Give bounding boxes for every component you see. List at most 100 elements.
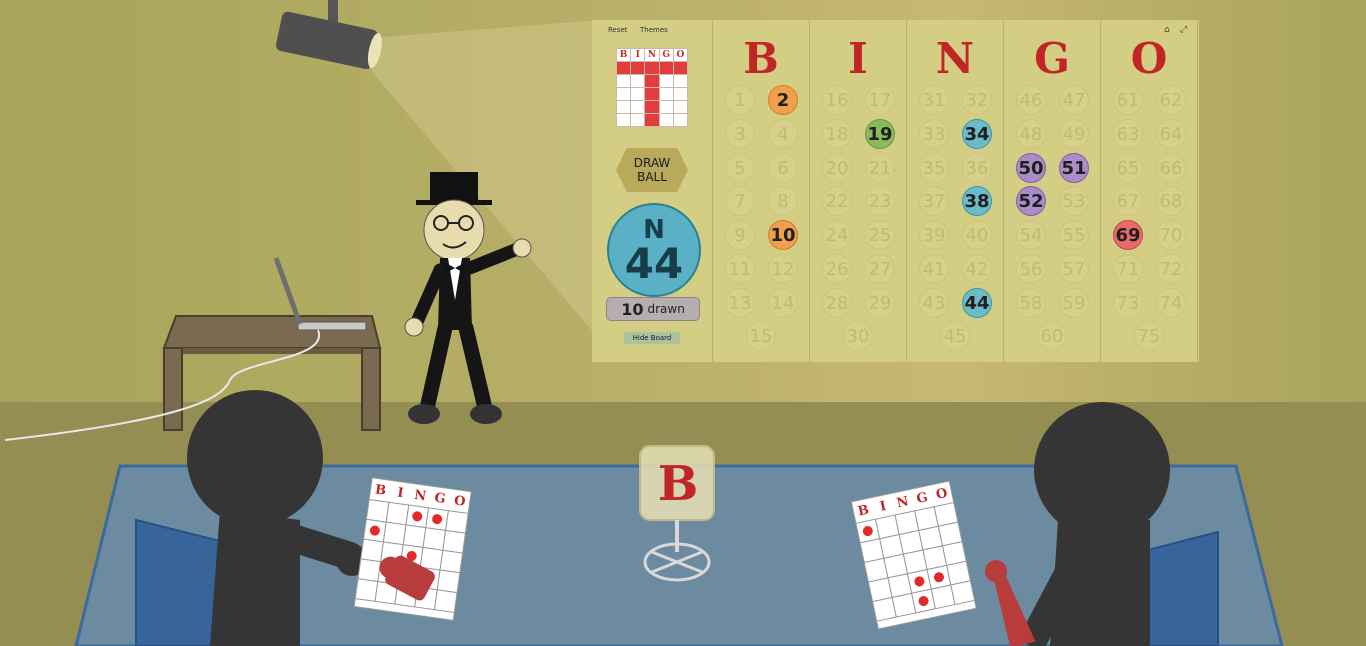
themes-link[interactable]: Themes <box>640 26 668 34</box>
board-column-g: G 46 47 48 49 50 51 52 53 54 55 56 57 58 59 60 <box>1004 20 1101 362</box>
hide-board-button[interactable]: Hide Board <box>624 332 680 344</box>
projector-light-beam <box>372 20 600 340</box>
pattern-cell <box>615 87 632 101</box>
board-ball-14: 14 <box>768 288 798 318</box>
board-ball-8: 8 <box>768 186 798 216</box>
board-ball-29: 29 <box>865 288 895 318</box>
draw-button-line1: DRAW <box>633 156 671 170</box>
pattern-header-g: G <box>658 48 674 62</box>
card-cell <box>402 524 427 549</box>
board-ball-26: 26 <box>822 254 852 284</box>
board-ball-47: 47 <box>1059 85 1089 115</box>
pattern-cell <box>630 87 646 101</box>
bingo-scene: BINGO BINGO B Reset Themes BINGO DRAW BA… <box>0 0 1366 646</box>
board-ball-1: 1 <box>725 85 755 115</box>
home-icon[interactable]: ⌂ <box>1164 25 1170 35</box>
bingo-board: Reset Themes BINGO DRAW BALL N 44 10 dra… <box>592 20 1199 362</box>
card-cell <box>354 578 379 602</box>
pattern-cell <box>644 113 660 127</box>
board-ball-75: 75 <box>1134 321 1164 351</box>
column-letter: O <box>1130 34 1168 83</box>
board-ball-2: 2 <box>768 85 798 115</box>
laptop-screen <box>273 257 303 325</box>
board-ball-60: 60 <box>1037 321 1067 351</box>
shrink-icon[interactable]: ⤢ <box>1180 25 1187 35</box>
board-ball-67: 67 <box>1113 186 1143 216</box>
table-leg-right <box>361 347 381 431</box>
board-ball-64: 64 <box>1156 119 1186 149</box>
board-ball-44: 44 <box>962 288 992 318</box>
card-cell <box>950 580 976 606</box>
pattern-cell <box>672 61 689 75</box>
pattern-cell <box>672 100 689 114</box>
pattern-cell <box>644 74 660 88</box>
board-ball-27: 27 <box>865 254 895 284</box>
card-header-letter: O <box>453 493 466 509</box>
drawn-counter: 10 drawn <box>606 297 700 321</box>
pattern-cell <box>630 113 646 127</box>
card-cell <box>422 527 447 551</box>
board-ball-48: 48 <box>1016 119 1046 149</box>
board-column-i: I 16 17 18 19 20 21 22 23 24 25 26 27 28 29 30 <box>810 20 907 362</box>
board-column-n: N 31 32 33 34 35 36 37 38 39 40 41 42 43 44 45 <box>907 20 1004 362</box>
board-ball-52: 52 <box>1016 186 1046 216</box>
pattern-cell <box>672 74 689 88</box>
draw-button-line2: BALL <box>637 170 667 184</box>
pattern-cell <box>672 113 689 127</box>
table-leg-left <box>163 347 183 431</box>
board-ball-19: 19 <box>865 119 895 149</box>
board-ball-70: 70 <box>1156 220 1186 250</box>
reset-link[interactable]: Reset <box>608 26 628 34</box>
card-cell <box>382 521 407 546</box>
pattern-cell <box>615 61 632 75</box>
board-ball-7: 7 <box>725 186 755 216</box>
card-cell <box>433 589 458 614</box>
pattern-cell <box>658 100 674 114</box>
board-ball-23: 23 <box>865 186 895 216</box>
board-ball-54: 54 <box>1016 220 1046 250</box>
pattern-cell <box>658 113 674 127</box>
board-ball-63: 63 <box>1113 119 1143 149</box>
pattern-cell <box>658 74 674 88</box>
board-ball-3: 3 <box>725 119 755 149</box>
pattern-cell <box>658 87 674 101</box>
column-letter: I <box>848 34 868 83</box>
drawn-label: drawn <box>647 302 685 316</box>
board-ball-33: 33 <box>919 119 949 149</box>
board-ball-58: 58 <box>1016 288 1046 318</box>
board-ball-25: 25 <box>865 220 895 250</box>
board-ball-51: 51 <box>1059 153 1089 183</box>
card-cell <box>439 549 464 574</box>
board-ball-50: 50 <box>1016 153 1046 183</box>
board-ball-31: 31 <box>919 85 949 115</box>
pattern-cell <box>630 74 646 88</box>
board-ball-71: 71 <box>1113 254 1143 284</box>
column-letter: N <box>935 34 975 83</box>
pattern-cell <box>630 100 646 114</box>
board-ball-11: 11 <box>725 254 755 284</box>
board-ball-28: 28 <box>822 288 852 318</box>
board-ball-73: 73 <box>1113 288 1143 318</box>
board-controls: Reset Themes BINGO DRAW BALL N 44 10 dra… <box>592 20 713 362</box>
board-ball-22: 22 <box>822 186 852 216</box>
card-header-letter: G <box>433 491 446 507</box>
pattern-cell <box>630 61 646 75</box>
board-ball-69: 69 <box>1113 220 1143 250</box>
board-ball-20: 20 <box>822 153 852 183</box>
column-letter: G <box>1034 34 1070 83</box>
board-ball-53: 53 <box>1059 186 1089 216</box>
board-ball-10: 10 <box>768 220 798 250</box>
board-ball-38: 38 <box>962 186 992 216</box>
card-cell <box>357 558 382 583</box>
board-ball-16: 16 <box>822 85 852 115</box>
board-ball-42: 42 <box>962 254 992 284</box>
card-cell <box>385 501 410 526</box>
board-ball-65: 65 <box>1113 153 1143 183</box>
laptop-base <box>297 321 367 331</box>
side-table-top <box>162 315 382 349</box>
board-column-o: O 61 62 63 64 65 66 67 68 69 70 71 72 73 74 75 <box>1101 20 1198 362</box>
board-ball-9: 9 <box>725 220 755 250</box>
card-cell <box>445 510 469 534</box>
board-ball-66: 66 <box>1156 153 1186 183</box>
draw-ball-button[interactable]: DRAW BALL <box>616 148 688 192</box>
